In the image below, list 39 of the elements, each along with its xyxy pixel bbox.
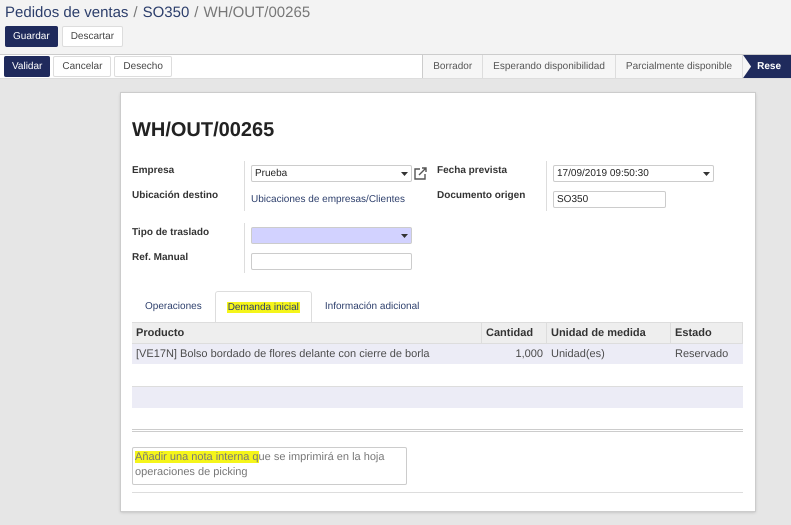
discard-button[interactable]: Descartar <box>62 26 124 47</box>
table-cell-text: Reservado <box>674 346 730 362</box>
field-label: Ref. Manual <box>132 251 190 265</box>
destination-link[interactable]: Ubicaciones de empresas/Clientes <box>251 192 405 207</box>
table-cell-text: 1,000 <box>514 346 544 362</box>
action-button[interactable]: Cancelar <box>53 56 112 77</box>
field-label: Ubicación destino <box>132 189 220 203</box>
tab[interactable]: Operaciones <box>134 291 213 322</box>
breadcrumb-separator: / <box>133 2 138 23</box>
field-label: Tipo de traslado <box>132 226 210 240</box>
breadcrumb-separator: / <box>194 2 198 23</box>
tab[interactable]: Demanda inicial <box>214 291 312 322</box>
breadcrumb-link[interactable]: SO350 <box>142 2 190 24</box>
text-input-field[interactable] <box>251 253 412 270</box>
save-button[interactable]: Guardar <box>5 26 58 47</box>
text-input-field[interactable]: SO350 <box>553 191 666 208</box>
record-title: WH/OUT/00265 <box>132 118 276 143</box>
dropdown-field[interactable]: 17/09/2019 09:50:30 <box>553 165 714 182</box>
field-label: Documento origen <box>437 189 526 203</box>
table-cell-text: [VE17N] Bolso bordado de flores delante con cierre de borla <box>135 346 431 362</box>
breadcrumb-current: WH/OUT/00265 <box>203 2 310 23</box>
action-button[interactable]: Desecho <box>114 56 172 77</box>
external-link-icon[interactable] <box>414 167 427 180</box>
validate-button[interactable]: Validar <box>4 56 50 77</box>
tab[interactable]: Información adicional <box>314 291 430 322</box>
dropdown-caret-icon <box>401 172 408 176</box>
dropdown-field[interactable]: Prueba <box>251 165 412 182</box>
breadcrumb-link[interactable]: Pedidos de ventas <box>5 2 128 24</box>
status-step[interactable]: Rese <box>743 55 791 78</box>
highlight-mark: Operaciones <box>145 301 202 312</box>
highlight-mark: Demanda inicial <box>226 302 300 312</box>
field-label: Empresa <box>132 164 176 178</box>
field-label: Fecha prevista <box>437 164 508 178</box>
dropdown-caret-icon <box>703 172 710 176</box>
table-cell-text: Unidad(es) <box>550 346 606 362</box>
dropdown-field[interactable] <box>251 227 412 244</box>
highlight-mark: Información adicional <box>324 301 420 312</box>
internal-note-field[interactable]: Añadir una nota interna que se imprimirá en la hoja operaciones de picking <box>132 447 407 485</box>
dropdown-caret-icon <box>401 234 408 238</box>
